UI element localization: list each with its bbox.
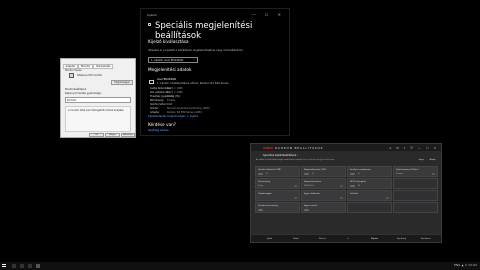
amd-radeon-window: AMDA RADEON BEÁLLÍTÁSOK ⌂ ✉ ? ☰ — ☐ ✕ Spe… [250,143,442,243]
display-select-dropdown[interactable]: 1. kijelző: Acer ED242QR ⌄ [148,57,198,63]
setting-tile[interactable]: Képpontfolytatás (GPU) Ki [301,166,346,177]
hide-modes-checkbox-label[interactable]: A monitor által nem támogatott módok elr… [68,109,128,112]
section-select-display-title: Kijelző kiválasztása [148,39,189,44]
reset-button[interactable]: Alaph. [430,159,436,161]
adapter-properties-link[interactable]: Kijelzőadapter tulajdonságai: 1. kijelző [148,115,198,118]
setting-tile[interactable]: Felülírás [347,190,392,201]
toggle-switch [304,173,309,175]
setting-tile[interactable]: Virtuális színmélység [255,202,300,213]
setting-tile[interactable]: FreeSync szabályozás Ki [347,166,392,177]
toggle-switch [304,209,309,211]
setting-tile[interactable]: Virtuális felbontás (VSR) Ki [255,166,300,177]
settings-app-icon[interactable] [36,263,40,268]
setting-tile[interactable]: Egyéni felbontás [301,190,346,201]
amd-description: Az alábbi kijelzőtulajdonságok módosítás… [256,159,336,161]
section-select-display-text: Válassza ki a kijelzőt a beállítások meg… [148,49,244,52]
help-button[interactable]: Súgó [419,159,424,161]
toggle-switch [350,185,355,187]
monitor-name: Általános PnP monitor [77,74,103,77]
setting-tile[interactable]: Tulajdonságok [255,190,300,201]
search-icon[interactable] [12,263,16,268]
setting-tile-empty [393,202,438,213]
setting-tile[interactable]: Egyéni színek [301,202,346,213]
task-view-icon[interactable] [20,263,24,268]
nav-eyefinity[interactable]: Eyefinity [397,238,406,240]
ok-button[interactable]: OK [89,133,104,137]
setting-tile[interactable]: HDCP támogatás Be [347,178,392,189]
info-row: Frissítési gyakoriság (Hz) 60 Hz [150,95,180,98]
dropdown-icon [340,197,343,199]
nav-system[interactable]: Rendszer [421,238,431,240]
amd-top-buttons: Súgó Alaph. [413,159,436,161]
section-display-info-title: Megjelenítési adatok [148,67,192,72]
chevron-down-icon: ⌄ [192,58,195,61]
refresh-rate-label: Képernyő frissítési gyakorisága: [65,92,102,95]
refresh-rate-select[interactable]: 60 Hertz [65,97,131,103]
dropdown-value: 1. kijelző: Acer ED242QR [151,59,184,62]
system-tray[interactable]: ENG ▲ ⊓ 13:04 [454,264,477,267]
setting-tile[interactable]: Színmélység 8 bpc [255,178,300,189]
dropdown-icon [294,185,297,187]
nav-video[interactable]: Videó [293,238,299,240]
monitor-settings-label: Monitorbeállítások [65,88,87,91]
window-controls[interactable]: — ☐ ✕ [252,12,285,17]
nav-gaming[interactable]: Játék [267,238,272,240]
dropdown-icon [340,185,343,187]
monitor-type-label: Monitor típusa [65,69,82,72]
taskbar: ENG ▲ ⊓ 13:04 [0,262,480,270]
info-row: Adapter Radeon RX 580 Series (AMD) [150,111,202,114]
hide-modes-box: A monitor által nem támogatott módok elr… [65,106,131,132]
dropdown-icon [432,173,435,175]
home-icon[interactable] [148,23,151,26]
info-row: Színtér Normál dinamikus tartomány (SDR) [150,107,210,110]
amd-bottom-nav: Játék Videó ReLive ⋖ Kijelző Eyefinity R… [251,234,441,242]
info-row: Bitmélység 8 bites [150,99,176,102]
info-row: Asztal felbontása 1920 × 1080 [150,87,183,90]
dropdown-icon [386,197,389,199]
adapter-properties-dialog: Adapter Monitor Színkezelés Monitor típusa… [60,58,136,138]
tab-color[interactable]: Színkezelés [93,64,113,69]
display-sub: 1. kijelző: Csatlakoztatva ehhez: Radeon… [157,82,229,85]
toggle-switch [350,173,355,175]
section-help-title: Kérdése van? [148,122,177,127]
explorer-icon[interactable] [28,263,32,268]
display-name: Acer ED242QR [157,78,177,81]
dropdown-icon [294,197,297,199]
setting-tile[interactable]: Képformátumra (Pillars) Kikapcs. [393,166,438,177]
setting-tile[interactable]: Képpontformátum RGB 4:4:4 [301,178,346,189]
nav-display[interactable]: Kijelző [371,238,378,240]
monitor-icon [149,80,154,84]
toggle-switch [258,173,263,175]
setting-tile-empty [393,178,438,189]
monitor-icon [69,73,74,78]
page-title: Speciális megjelenítési beállítások [155,21,253,41]
apply-button[interactable]: Alkalmaz [121,133,135,137]
properties-button[interactable]: Tulajdonságok [111,80,133,85]
nav-relive[interactable]: ReLive [319,238,326,240]
info-row: Színformátum RGB [150,103,173,106]
share-icon[interactable]: ⋖ [347,238,349,240]
cancel-button[interactable]: Mégse [105,133,120,137]
settings-window: Kijelző — ☐ ✕ Speciális megjelenítési be… [140,8,290,136]
info-row: Akt. jelfelbontás 1920 × 1080 [150,91,183,94]
setting-tile-empty [393,190,438,201]
amd-top-icons[interactable]: ⌂ ✉ ? ☰ — ☐ ✕ [389,146,438,150]
toggle-switch [258,209,263,211]
settings-breadcrumb[interactable]: Kijelző [147,13,157,17]
amd-brand-logo: AMDA RADEON BEÁLLÍTÁSOK [263,146,324,150]
windows-start-icon[interactable] [2,263,6,268]
setting-tile-empty [347,202,392,213]
get-help-link[interactable]: Segítség kérése [148,129,169,132]
amd-breadcrumb[interactable]: Speciális kijelzőbeállítások › [263,154,298,157]
